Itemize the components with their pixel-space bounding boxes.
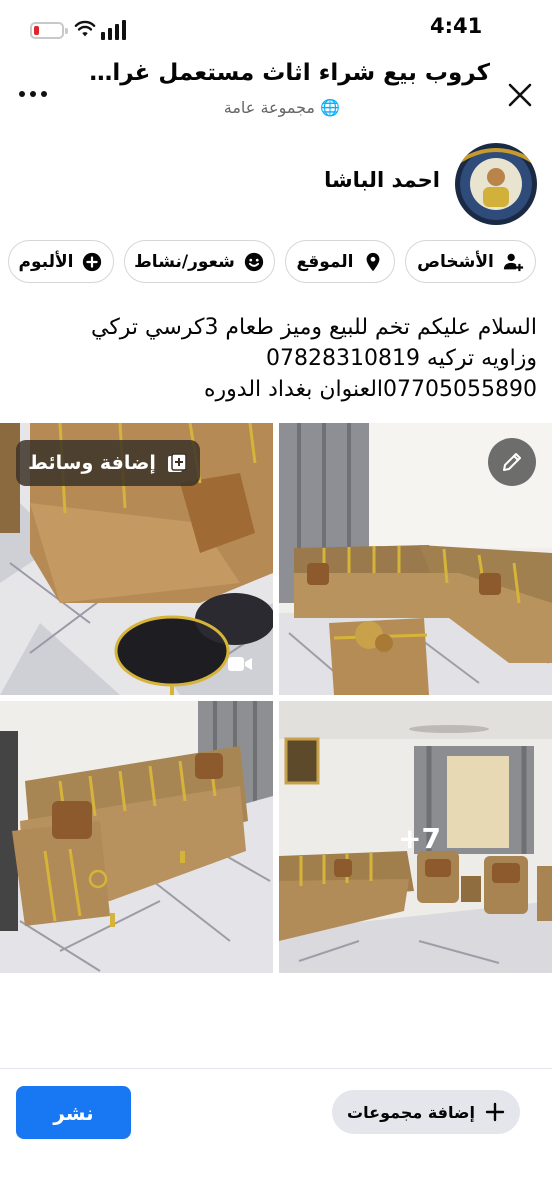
group-privacy-label: 🌐 مجموعة عامة <box>160 98 340 117</box>
add-groups-label: إضافة مجموعات <box>347 1102 475 1122</box>
chip-album-label: الألبوم <box>18 251 74 272</box>
group-privacy-text: مجموعة عامة <box>223 98 315 117</box>
add-groups-button[interactable]: إضافة مجموعات <box>332 1090 520 1134</box>
add-media-icon <box>167 453 187 472</box>
status-bar: 4:41 <box>0 0 552 56</box>
chip-feeling-label: شعور/نشاط <box>134 251 235 272</box>
add-media-button[interactable]: إضافة وسائط <box>16 440 200 486</box>
wifi-icon <box>74 20 96 37</box>
smiley-icon <box>244 252 264 271</box>
people-icon <box>503 253 523 271</box>
plus-icon <box>485 1102 505 1122</box>
add-media-label: إضافة وسائط <box>28 452 156 474</box>
more-options-icon[interactable] <box>18 82 48 102</box>
post-text[interactable]: السلام عليكم تخم للبيع وميز طعام 3كرسي ت… <box>20 312 537 405</box>
signal-icon <box>101 20 126 40</box>
status-time: 4:41 <box>430 14 483 38</box>
globe-icon: 🌐 <box>320 98 340 117</box>
bottom-divider <box>0 1068 552 1069</box>
chip-location[interactable]: الموقع <box>285 240 395 283</box>
battery-icon <box>30 22 68 39</box>
author-name: احمد الباشا <box>324 168 440 192</box>
chip-people-label: الأشخاص <box>417 251 494 272</box>
location-pin-icon <box>366 252 379 271</box>
plus-circle-icon <box>83 252 102 271</box>
group-title: كروب بيع شراء اثاث مستعمل غراض من... <box>60 60 490 86</box>
pencil-icon <box>503 453 521 471</box>
edit-photo-button[interactable] <box>488 438 536 486</box>
publish-button[interactable]: نشر <box>16 1086 131 1139</box>
chip-people[interactable]: الأشخاص <box>405 240 536 283</box>
video-camera-icon <box>228 657 252 671</box>
photo-3[interactable] <box>0 701 273 973</box>
chip-location-label: الموقع <box>296 251 354 272</box>
close-icon[interactable] <box>505 80 535 110</box>
more-photos-count[interactable]: +7 <box>398 822 458 855</box>
chip-feeling[interactable]: شعور/نشاط <box>124 240 275 283</box>
avatar[interactable] <box>455 143 537 225</box>
chip-album[interactable]: الألبوم <box>8 240 114 283</box>
